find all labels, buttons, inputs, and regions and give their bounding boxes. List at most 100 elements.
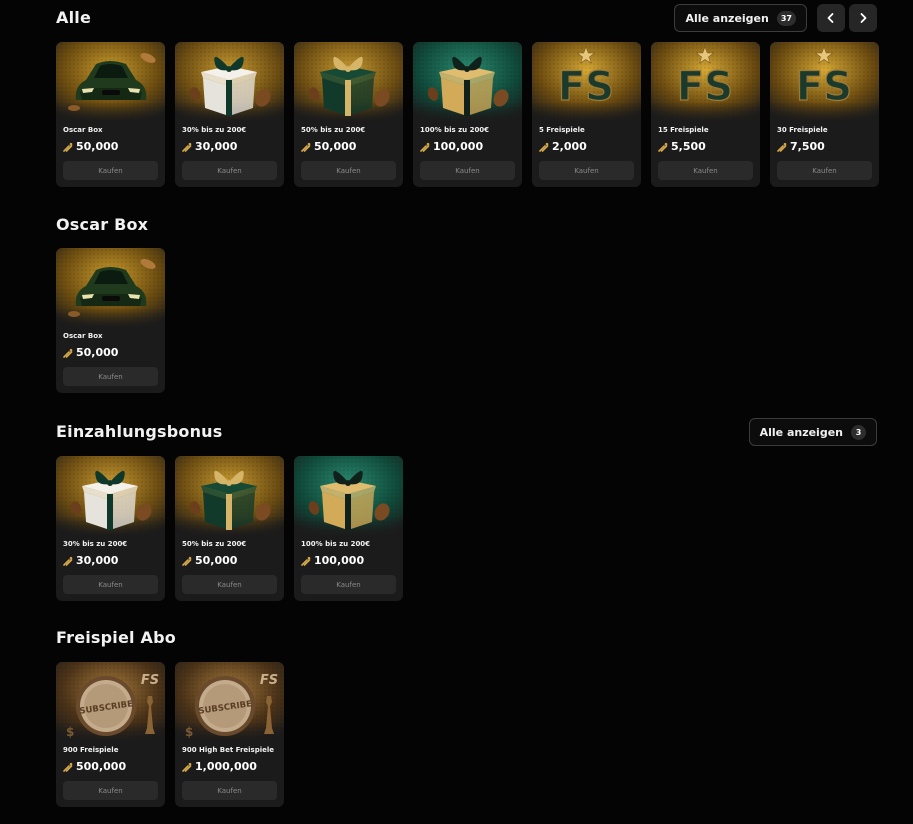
buy-button[interactable]: Kaufen xyxy=(182,161,277,180)
show-all-label: Alle anzeigen xyxy=(759,425,843,439)
product-name: 900 Freispiele xyxy=(63,746,119,754)
product-name: 100% bis zu 200€ xyxy=(420,126,490,134)
car-image xyxy=(56,248,165,328)
product-price: 50,000 xyxy=(182,553,237,567)
section-title: Freispiel Abo xyxy=(56,628,176,647)
gift-image xyxy=(56,456,165,536)
section-einzahlungsbonus: Einzahlungsbonus Alle anzeigen 3 30% bis… xyxy=(56,418,877,601)
buy-button[interactable]: Kaufen xyxy=(420,161,515,180)
price-value: 30,000 xyxy=(76,553,119,567)
buy-button[interactable]: Kaufen xyxy=(658,161,753,180)
svg-text:FS: FS xyxy=(260,673,278,688)
product-card[interactable]: Oscar Box 50,000 Kaufen xyxy=(56,42,165,187)
product-price: 50,000 xyxy=(301,139,356,153)
gift-image xyxy=(413,42,522,122)
product-name: 100% bis zu 200€ xyxy=(301,540,371,548)
product-card[interactable]: FS 15 Freispiele 5,500 Kaufen xyxy=(651,42,760,187)
buy-button[interactable]: Kaufen xyxy=(777,161,872,180)
show-all-button[interactable]: Alle anzeigen 3 xyxy=(748,418,877,446)
section-freispiel-abo: Freispiel Abo SUBSCRIBE FS $ 900 Freispie… xyxy=(56,624,877,807)
product-price: 100,000 xyxy=(420,139,483,153)
coin-icon xyxy=(539,137,549,156)
svg-text:FS: FS xyxy=(141,673,159,688)
product-price: 2,000 xyxy=(539,139,587,153)
price-value: 2,000 xyxy=(552,139,587,153)
section-header: Freispiel Abo xyxy=(56,624,877,652)
product-card[interactable]: FS 5 Freispiele 2,000 Kaufen xyxy=(532,42,641,187)
buy-button[interactable]: Kaufen xyxy=(63,575,158,594)
price-value: 100,000 xyxy=(314,553,365,567)
buy-button[interactable]: Kaufen xyxy=(182,575,277,594)
svg-text:FS: FS xyxy=(677,64,733,110)
buy-button[interactable]: Kaufen xyxy=(301,161,396,180)
show-all-label: Alle anzeigen xyxy=(685,11,769,25)
section-controls: Alle anzeigen 37 xyxy=(674,4,877,32)
coin-icon xyxy=(777,137,787,156)
product-price: 50,000 xyxy=(63,139,118,153)
card-row: 30% bis zu 200€ 30,000 Kaufen 50% bis zu 2… xyxy=(56,456,403,601)
coin-icon xyxy=(63,757,73,776)
price-value: 50,000 xyxy=(314,139,357,153)
coin-icon xyxy=(182,137,192,156)
next-button[interactable] xyxy=(849,4,877,32)
prev-button[interactable] xyxy=(817,4,845,32)
svg-text:FS: FS xyxy=(796,64,852,110)
svg-text:$: $ xyxy=(185,725,193,739)
buy-button[interactable]: Kaufen xyxy=(63,367,158,386)
product-card[interactable]: 30% bis zu 200€ 30,000 Kaufen xyxy=(175,42,284,187)
section-title: Einzahlungsbonus xyxy=(56,422,223,441)
product-card[interactable]: 50% bis zu 200€ 50,000 Kaufen xyxy=(294,42,403,187)
coin-icon xyxy=(182,551,192,570)
section-title: Alle xyxy=(56,8,92,27)
product-price: 30,000 xyxy=(63,553,118,567)
section-header: Oscar Box xyxy=(56,211,877,239)
product-card[interactable]: Oscar Box 50,000 Kaufen xyxy=(56,248,165,393)
product-price: 30,000 xyxy=(182,139,237,153)
chevron-left-icon xyxy=(827,13,834,23)
section-alle: Alle Alle anzeigen 37 Oscar Box 50,000 K… xyxy=(56,4,879,187)
product-price: 7,500 xyxy=(777,139,825,153)
freespins-image: FS xyxy=(770,42,879,122)
product-name: 900 High Bet Freispiele xyxy=(182,746,275,754)
coin-icon xyxy=(63,551,73,570)
buy-button[interactable]: Kaufen xyxy=(539,161,634,180)
chevron-right-icon xyxy=(860,13,867,23)
product-card[interactable]: 100% bis zu 200€ 100,000 Kaufen xyxy=(294,456,403,601)
product-name: 50% bis zu 200€ xyxy=(301,126,366,134)
price-value: 50,000 xyxy=(195,553,238,567)
product-name: 30 Freispiele xyxy=(777,126,828,134)
product-name: 15 Freispiele xyxy=(658,126,709,134)
card-row: Oscar Box 50,000 Kaufen 30% bis zu 200€ 30,… xyxy=(56,42,879,187)
section-header: Einzahlungsbonus Alle anzeigen 3 xyxy=(56,418,877,446)
product-price: 500,000 xyxy=(63,759,126,773)
product-name: 5 Freispiele xyxy=(539,126,585,134)
freespins-image: FS xyxy=(651,42,760,122)
gift-image xyxy=(294,42,403,122)
section-title: Oscar Box xyxy=(56,215,149,234)
car-image xyxy=(56,42,165,122)
show-all-button[interactable]: Alle anzeigen 37 xyxy=(674,4,807,32)
coin-icon xyxy=(420,137,430,156)
price-value: 100,000 xyxy=(433,139,484,153)
buy-button[interactable]: Kaufen xyxy=(301,575,396,594)
product-card[interactable]: SUBSCRIBE FS $ 900 Freispiele 500,000 Kaufe… xyxy=(56,662,165,807)
product-price: 100,000 xyxy=(301,553,364,567)
product-card[interactable]: SUBSCRIBE FS $ 900 High Bet Freispiele 1,0… xyxy=(175,662,284,807)
svg-text:$: $ xyxy=(66,725,74,739)
gift-image xyxy=(175,456,284,536)
price-value: 50,000 xyxy=(76,139,119,153)
coin-icon xyxy=(658,137,668,156)
product-card[interactable]: FS 30 Freispiele 7,500 Kaufen xyxy=(770,42,879,187)
coin-icon xyxy=(301,137,311,156)
product-name: 30% bis zu 200€ xyxy=(182,126,247,134)
product-card[interactable]: 100% bis zu 200€ 100,000 Kaufen xyxy=(413,42,522,187)
section-controls: Alle anzeigen 3 xyxy=(748,418,877,446)
buy-button[interactable]: Kaufen xyxy=(63,161,158,180)
product-card[interactable]: 30% bis zu 200€ 30,000 Kaufen xyxy=(56,456,165,601)
count-badge: 3 xyxy=(851,424,866,440)
subscribe-coin-image: SUBSCRIBE FS $ xyxy=(175,662,284,742)
price-value: 30,000 xyxy=(195,139,238,153)
buy-button[interactable]: Kaufen xyxy=(182,781,277,800)
buy-button[interactable]: Kaufen xyxy=(63,781,158,800)
product-card[interactable]: 50% bis zu 200€ 50,000 Kaufen xyxy=(175,456,284,601)
